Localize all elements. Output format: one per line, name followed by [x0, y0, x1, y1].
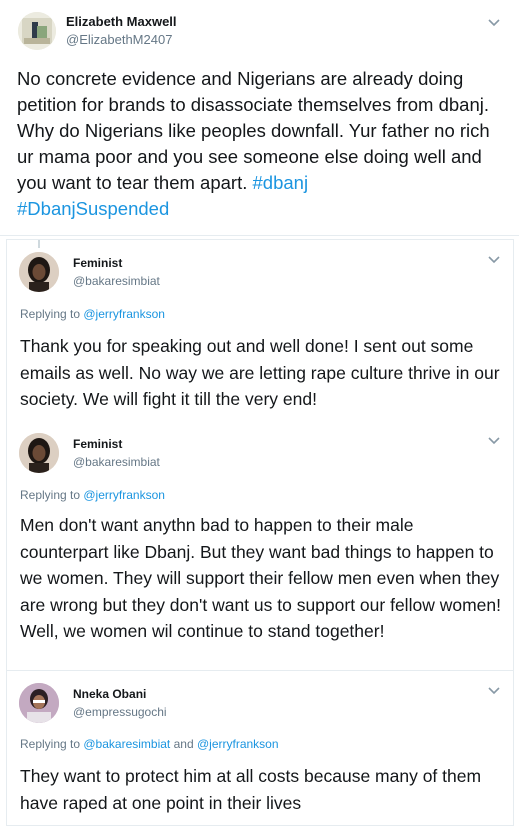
- author-name[interactable]: Nneka Obani: [73, 687, 146, 701]
- thread-line: [38, 240, 40, 248]
- replying-to: Replying to @jerryfrankson: [20, 488, 165, 502]
- tweet-text: No concrete evidence and Nigerians are a…: [17, 66, 502, 222]
- author-name[interactable]: Feminist: [73, 437, 122, 451]
- replying-prefix: Replying to: [20, 488, 84, 502]
- mention-link[interactable]: @jerryfrankson: [83, 307, 165, 321]
- avatar-image: [18, 12, 56, 50]
- replying-to: Replying to @jerryfrankson: [20, 307, 165, 321]
- avatar[interactable]: [19, 433, 59, 473]
- author-name[interactable]: Elizabeth Maxwell: [66, 14, 177, 29]
- avatar[interactable]: [19, 683, 59, 723]
- tweet-text: Thank you for speaking out and well done…: [20, 336, 500, 409]
- tweet-nneka-obani[interactable]: Nneka Obani @empressugochi Replying to @…: [6, 671, 514, 826]
- tweet-elizabeth-maxwell[interactable]: Elizabeth Maxwell @ElizabethM2407 No con…: [0, 0, 519, 236]
- hashtag-dbanjsuspended[interactable]: #DbanjSuspended: [17, 198, 169, 219]
- tweet-text: They want to protect him at all costs be…: [20, 766, 482, 813]
- replying-and: and: [170, 737, 197, 751]
- author-handle[interactable]: @ElizabethM2407: [66, 32, 172, 47]
- avatar-image: [19, 433, 59, 473]
- mention-link[interactable]: @jerryfrankson: [197, 737, 279, 751]
- avatar[interactable]: [19, 252, 59, 292]
- chevron-down-icon[interactable]: [487, 17, 501, 27]
- mention-link[interactable]: @jerryfrankson: [83, 488, 165, 502]
- tweet-feminist-1[interactable]: Feminist @bakaresimbiat Replying to @jer…: [6, 239, 514, 422]
- author-handle[interactable]: @bakaresimbiat: [73, 274, 160, 288]
- replying-to: Replying to @bakaresimbiat and @jerryfra…: [20, 737, 279, 751]
- author-name[interactable]: Feminist: [73, 256, 122, 270]
- mention-link[interactable]: @bakaresimbiat: [83, 737, 170, 751]
- avatar[interactable]: [18, 12, 56, 50]
- author-handle[interactable]: @bakaresimbiat: [73, 455, 160, 469]
- avatar-image: [19, 683, 59, 723]
- chevron-down-icon[interactable]: [487, 435, 501, 445]
- hashtag-dbanj[interactable]: #dbanj: [253, 172, 309, 193]
- tweet-text: Men don't want anythn bad to happen to t…: [20, 515, 501, 641]
- author-handle[interactable]: @empressugochi: [73, 705, 167, 719]
- replying-prefix: Replying to: [20, 737, 84, 751]
- avatar-image: [19, 252, 59, 292]
- chevron-down-icon[interactable]: [487, 254, 501, 264]
- chevron-down-icon[interactable]: [487, 685, 501, 695]
- replying-prefix: Replying to: [20, 307, 84, 321]
- tweet-feminist-2[interactable]: Feminist @bakaresimbiat Replying to @jer…: [6, 421, 514, 671]
